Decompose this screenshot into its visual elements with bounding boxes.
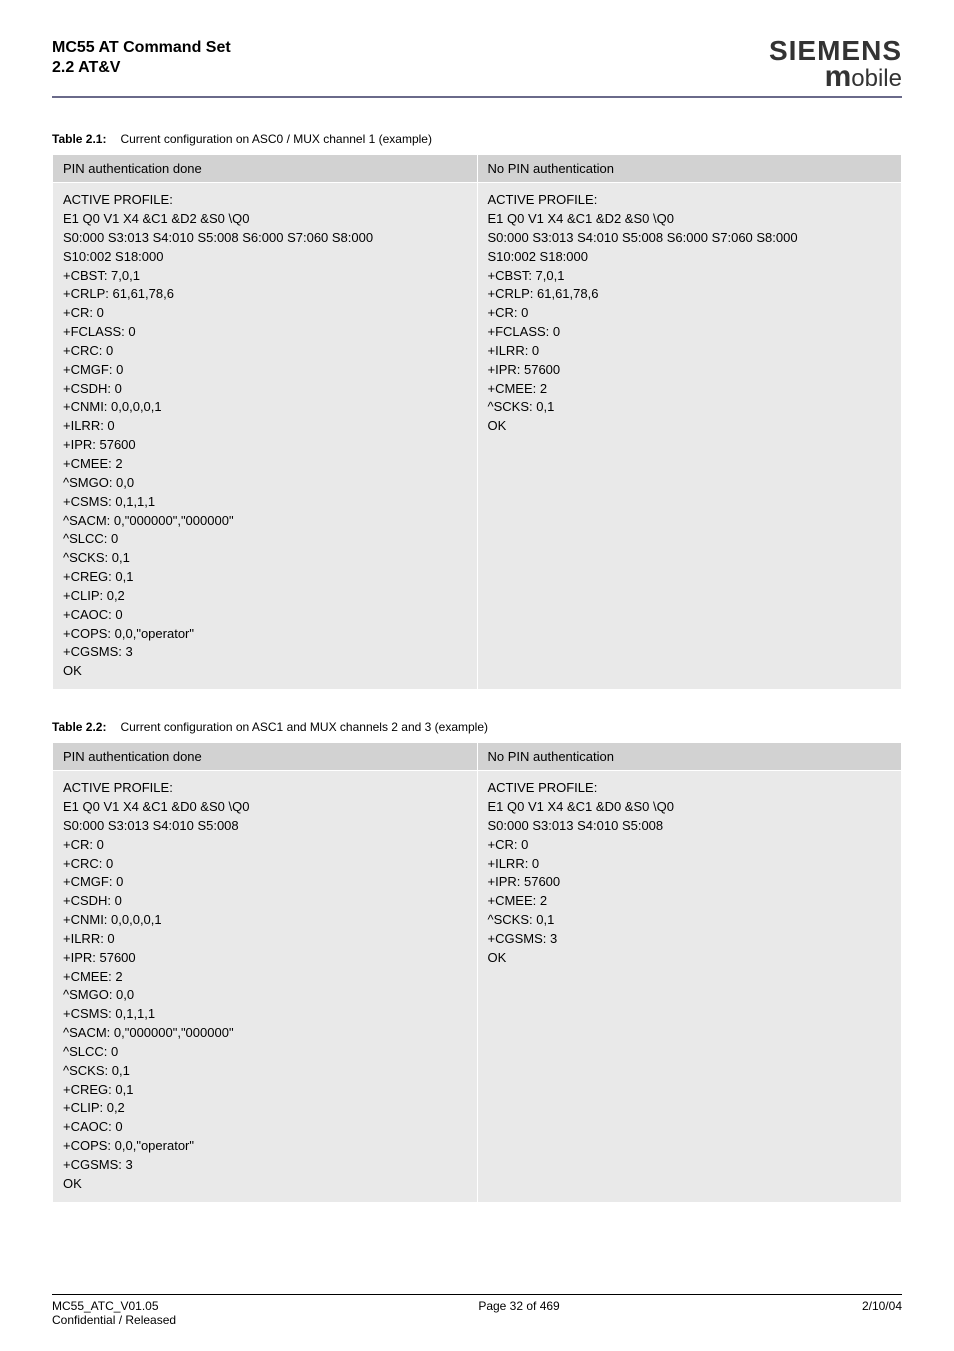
table1-head-right: No PIN authentication	[477, 155, 902, 183]
table2-label: Table 2.2:	[52, 720, 106, 734]
footer-page-number: Page 32 of 469	[478, 1299, 559, 1327]
table2-cell-right: ACTIVE PROFILE: E1 Q0 V1 X4 &C1 &D0 &S0 …	[477, 771, 902, 1203]
page-footer: MC55_ATC_V01.05 Confidential / Released …	[52, 1294, 902, 1327]
table1-caption-text: Current configuration on ASC0 / MUX chan…	[120, 132, 432, 146]
brand-mobile-m: m	[825, 60, 852, 93]
footer-confidential: Confidential / Released	[52, 1313, 176, 1327]
doc-subtitle: 2.2 AT&V	[52, 58, 231, 78]
table1-head-left: PIN authentication done	[53, 155, 478, 183]
table2-head-right: No PIN authentication	[477, 743, 902, 771]
footer-doc-id: MC55_ATC_V01.05	[52, 1299, 176, 1313]
table1-caption: Table 2.1: Current configuration on ASC0 …	[52, 132, 902, 146]
header-rule	[52, 96, 902, 98]
page-header: MC55 AT Command Set 2.2 AT&V SIEMENS mob…	[52, 38, 902, 90]
table2-caption-text: Current configuration on ASC1 and MUX ch…	[120, 720, 488, 734]
header-right: SIEMENS mobile	[769, 38, 902, 90]
table1: PIN authentication done No PIN authentic…	[52, 154, 902, 690]
table2-caption: Table 2.2: Current configuration on ASC1 …	[52, 720, 902, 734]
header-left: MC55 AT Command Set 2.2 AT&V	[52, 38, 231, 78]
table1-cell-right: ACTIVE PROFILE: E1 Q0 V1 X4 &C1 &D2 &S0 …	[477, 183, 902, 690]
brand-mobile-rest: obile	[851, 65, 902, 92]
footer-rule	[52, 1294, 902, 1295]
table2-cell-left: ACTIVE PROFILE: E1 Q0 V1 X4 &C1 &D0 &S0 …	[53, 771, 478, 1203]
footer-date: 2/10/04	[862, 1299, 902, 1327]
brand-mobile: mobile	[769, 63, 902, 90]
table2: PIN authentication done No PIN authentic…	[52, 742, 902, 1203]
table2-head-left: PIN authentication done	[53, 743, 478, 771]
footer-left: MC55_ATC_V01.05 Confidential / Released	[52, 1299, 176, 1327]
doc-title: MC55 AT Command Set	[52, 38, 231, 58]
table1-label: Table 2.1:	[52, 132, 106, 146]
table1-cell-left: ACTIVE PROFILE: E1 Q0 V1 X4 &C1 &D2 &S0 …	[53, 183, 478, 690]
